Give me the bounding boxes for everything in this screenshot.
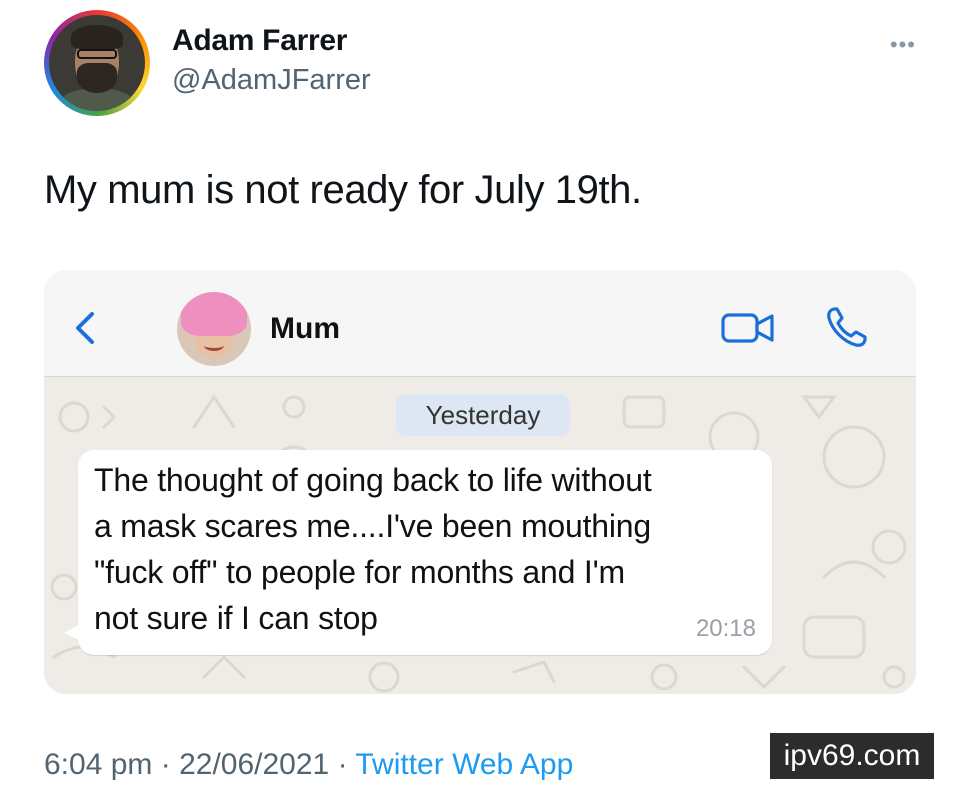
- message-bubble[interactable]: The thought of going back to life withou…: [64, 450, 772, 655]
- date-divider: Yesterday: [396, 394, 570, 436]
- tweet-time[interactable]: 6:04 pm: [44, 748, 152, 781]
- contact-avatar[interactable]: [177, 292, 251, 366]
- separator: ·: [337, 748, 348, 781]
- back-icon[interactable]: [66, 308, 106, 348]
- user-handle[interactable]: @AdamJFarrer: [172, 64, 371, 97]
- message-line: The thought of going back to life withou…: [94, 462, 652, 498]
- contact-name[interactable]: Mum: [270, 312, 340, 346]
- message-line: not sure if I can stop: [94, 600, 378, 636]
- phone-call-icon[interactable]: [824, 304, 870, 350]
- message-time: 20:18: [695, 615, 756, 642]
- tweet-text: My mum is not ready for July 19th.: [44, 168, 642, 212]
- more-options-icon[interactable]: •••: [890, 32, 916, 58]
- chat-body: Yesterday The thought of going back to l…: [44, 377, 916, 694]
- watermark: ipv69.com: [770, 733, 934, 779]
- tweet-metadata: 6:04 pm · 22/06/2021 · Twitter Web App: [44, 748, 573, 782]
- tweet-date[interactable]: 22/06/2021: [179, 748, 329, 781]
- avatar-photo: [49, 15, 145, 111]
- separator: ·: [160, 748, 171, 781]
- tweet-header: Adam Farrer @AdamJFarrer •••: [44, 10, 924, 120]
- chat-screenshot: Mum Yesterday The thought of going back …: [44, 270, 916, 694]
- message-line: a mask scares me....I've been mouthing: [94, 508, 651, 544]
- video-call-icon[interactable]: [720, 310, 776, 346]
- chat-header: Mum: [44, 270, 916, 377]
- display-name[interactable]: Adam Farrer: [172, 24, 347, 58]
- message-line: "fuck off" to people for months and I'm: [94, 554, 625, 590]
- user-avatar[interactable]: [44, 10, 150, 116]
- tweet-source-link[interactable]: Twitter Web App: [355, 748, 573, 781]
